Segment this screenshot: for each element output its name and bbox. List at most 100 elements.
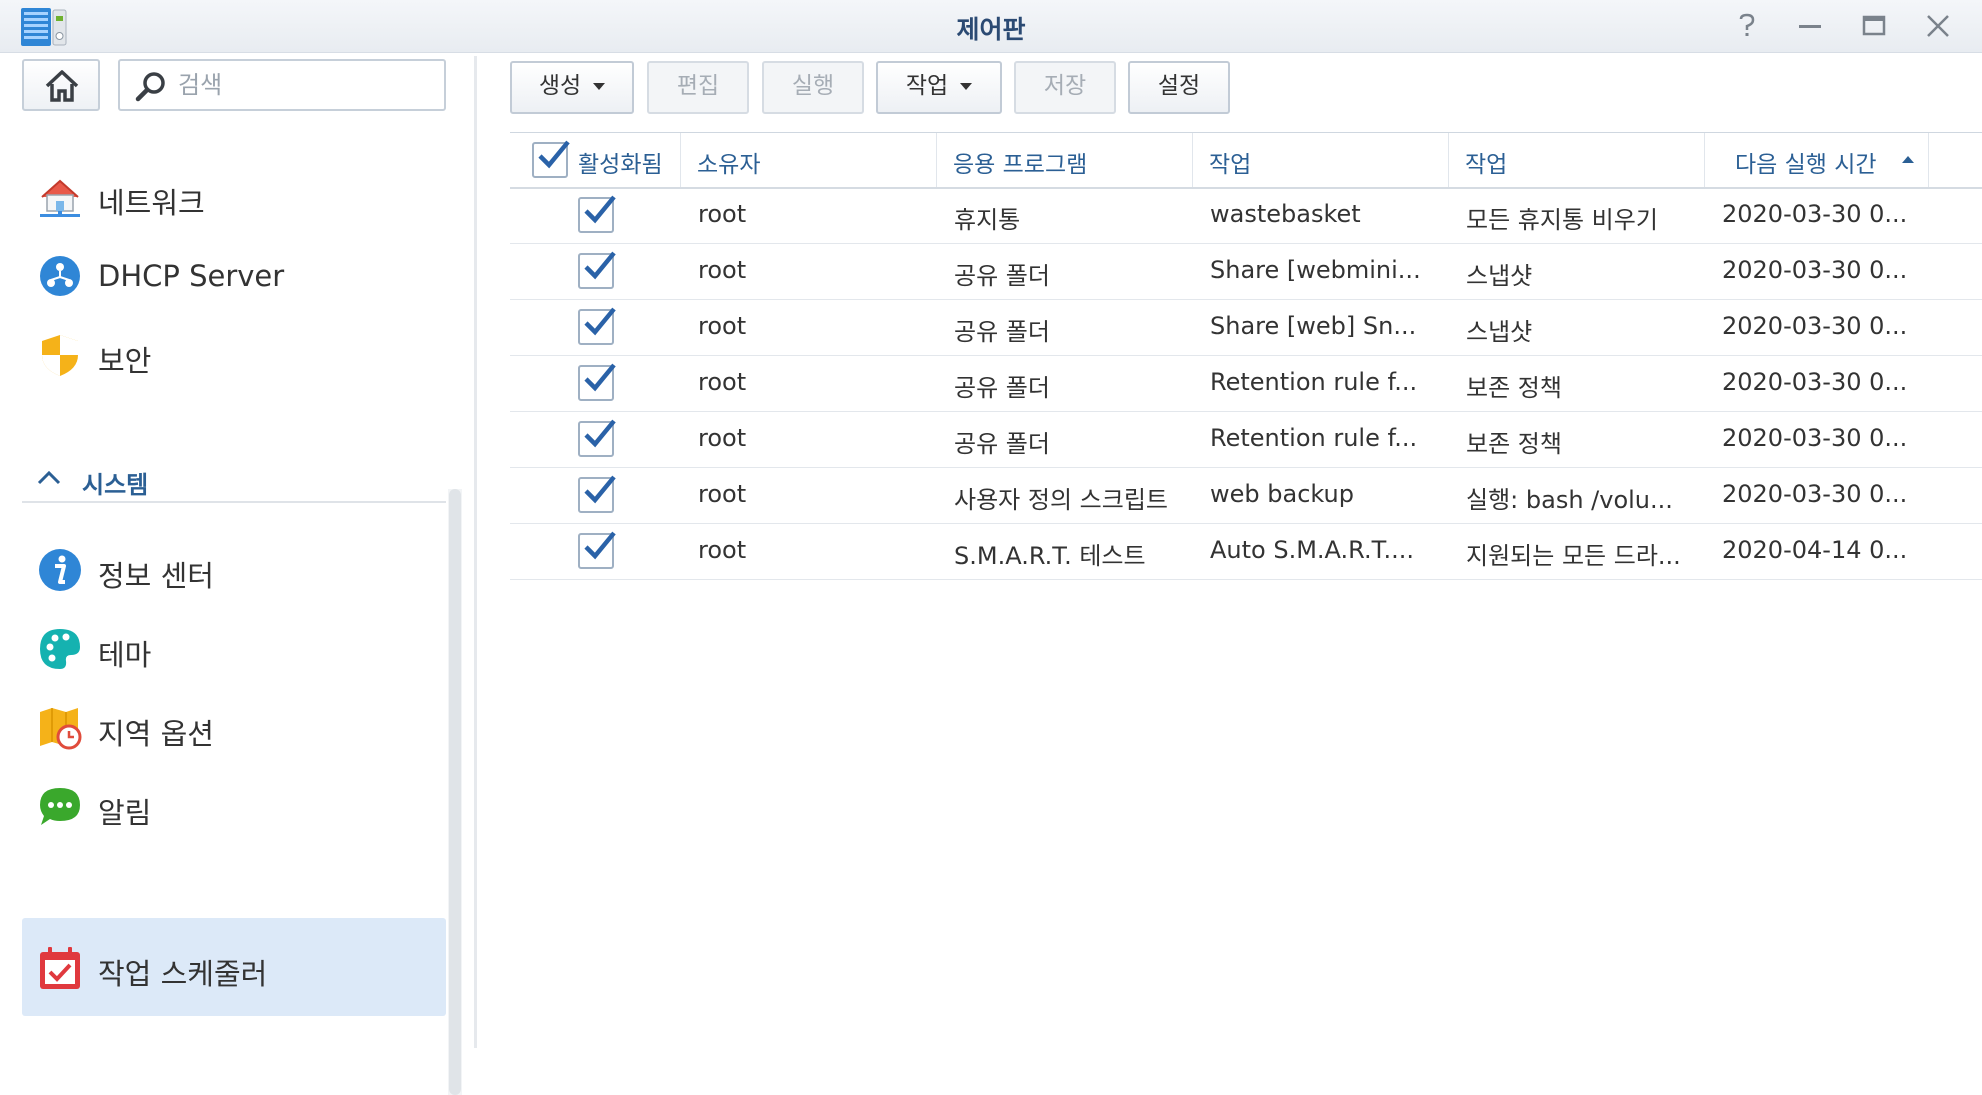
- application-cell: 공유 폴더: [954, 318, 1050, 346]
- action-button[interactable]: 작업: [876, 61, 1002, 114]
- application-cell: 휴지통: [954, 206, 1021, 234]
- checkmark-icon: [584, 363, 616, 392]
- column-header-label: 활성화됨: [578, 152, 663, 178]
- table-row[interactable]: root 사용자 정의 스크립트 web backup 실행: bash /vo…: [510, 468, 1982, 524]
- pane-divider[interactable]: [474, 56, 477, 1048]
- checkmark-icon: [584, 307, 616, 336]
- sidebar-item-notification[interactable]: 알림: [22, 757, 446, 855]
- dropdown-caret-icon: [593, 83, 606, 90]
- sidebar-item-task-scheduler[interactable]: 작업 스케줄러: [22, 918, 446, 1016]
- task-cell: Share [web] Sn...: [1210, 312, 1417, 340]
- enabled-checkbox[interactable]: [578, 195, 616, 233]
- next-run-cell: 2020-03-30 0...: [1722, 368, 1908, 396]
- save-button[interactable]: 저장: [1014, 61, 1116, 114]
- network-icon: [40, 179, 80, 217]
- maximize-button[interactable]: [1857, 10, 1891, 42]
- task-cell: wastebasket: [1210, 200, 1361, 228]
- regional-options-icon: [40, 708, 82, 750]
- table-row[interactable]: root 공유 폴더 Share [webmini... 스냅샷 2020-03…: [510, 244, 1982, 300]
- task-cell: Retention rule f...: [1210, 368, 1418, 396]
- owner-cell: root: [698, 256, 747, 284]
- search-icon: [135, 72, 165, 102]
- sidebar-item-label: 알림: [98, 796, 152, 830]
- owner-cell: root: [698, 368, 747, 396]
- application-cell: 공유 폴더: [954, 262, 1050, 290]
- owner-cell: root: [698, 480, 747, 508]
- sidebar-scrollbar[interactable]: [449, 489, 461, 1095]
- next-run-cell: 2020-04-14 0...: [1722, 536, 1908, 564]
- checkmark-icon: [538, 140, 570, 169]
- save-label: 저장: [1043, 73, 1087, 99]
- action-cell: 보존 정책: [1466, 374, 1562, 402]
- palette-icon: [40, 629, 80, 669]
- column-header-action[interactable]: 작업: [1449, 133, 1705, 187]
- table-row[interactable]: root 휴지통 wastebasket 모든 휴지통 비우기 2020-03-…: [510, 188, 1982, 244]
- application-cell: 공유 폴더: [954, 374, 1050, 402]
- column-header-task[interactable]: 작업: [1193, 133, 1449, 187]
- table-row[interactable]: root 공유 폴더 Retention rule f... 보존 정책 202…: [510, 356, 1982, 412]
- search-input[interactable]: [176, 69, 435, 101]
- column-header-label: 작업: [1209, 152, 1252, 178]
- sidebar-item-label: 지역 옵션: [98, 717, 214, 751]
- edit-button[interactable]: 편집: [647, 61, 749, 114]
- shield-icon: [42, 335, 78, 376]
- next-run-cell: 2020-03-30 0...: [1722, 200, 1908, 228]
- enabled-checkbox[interactable]: [578, 475, 616, 513]
- run-label: 실행: [791, 73, 835, 99]
- next-run-cell: 2020-03-30 0...: [1722, 480, 1908, 508]
- grid-header: 활성화됨 소유자 응용 프로그램 작업 작업 다음 실행 시간: [510, 132, 1982, 189]
- run-button[interactable]: 실행: [762, 61, 864, 114]
- application-cell: 사용자 정의 스크립트: [954, 486, 1168, 514]
- owner-cell: root: [698, 200, 747, 228]
- checkmark-icon: [584, 531, 616, 560]
- column-header-next-run-time[interactable]: 다음 실행 시간: [1705, 133, 1929, 187]
- enabled-checkbox[interactable]: [578, 363, 616, 401]
- dhcp-server-icon: [40, 256, 80, 296]
- action-cell: 지원되는 모든 드라...: [1466, 542, 1681, 570]
- close-button[interactable]: [1921, 10, 1955, 42]
- checkmark-icon: [584, 475, 616, 504]
- table-row[interactable]: root 공유 폴더 Retention rule f... 보존 정책 202…: [510, 412, 1982, 468]
- edit-label: 편집: [676, 73, 720, 99]
- minimize-icon: [1793, 25, 1827, 46]
- enabled-checkbox[interactable]: [578, 251, 616, 289]
- enabled-checkbox[interactable]: [578, 531, 616, 569]
- help-button[interactable]: [1730, 10, 1764, 42]
- title-bar: 제어판: [0, 0, 1982, 53]
- table-row[interactable]: root 공유 폴더 Share [web] Sn... 스냅샷 2020-03…: [510, 300, 1982, 356]
- owner-cell: root: [698, 424, 747, 452]
- sidebar-item-label: 테마: [98, 638, 152, 672]
- column-header-application[interactable]: 응용 프로그램: [937, 133, 1193, 187]
- home-button[interactable]: [22, 59, 100, 111]
- next-run-cell: 2020-03-30 0...: [1722, 424, 1908, 452]
- task-cell: Auto S.M.A.R.T....: [1210, 536, 1414, 564]
- action-cell: 모든 휴지통 비우기: [1466, 206, 1658, 234]
- calendar-check-icon: [40, 947, 80, 989]
- application-cell: S.M.A.R.T. 테스트: [954, 542, 1146, 570]
- create-label: 생성: [538, 73, 582, 99]
- sidebar: 네트워크 DHCP Server 보안 시스템 정보 센: [0, 53, 474, 1095]
- section-label: 시스템: [82, 471, 149, 499]
- action-cell: 실행: bash /volu...: [1466, 486, 1673, 514]
- settings-button[interactable]: 설정: [1128, 61, 1230, 114]
- info-icon: [39, 549, 81, 591]
- column-header-enabled[interactable]: 활성화됨: [510, 133, 681, 187]
- select-all-checkbox[interactable]: [532, 140, 570, 178]
- sidebar-item-label: 작업 스케줄러: [98, 957, 268, 991]
- sidebar-item-label: 네트워크: [98, 186, 205, 220]
- minimize-button[interactable]: [1793, 10, 1827, 42]
- enabled-checkbox[interactable]: [578, 419, 616, 457]
- create-button[interactable]: 생성: [510, 61, 634, 114]
- task-cell: web backup: [1210, 480, 1354, 508]
- sidebar-item-security[interactable]: 보안: [22, 305, 446, 403]
- table-row[interactable]: root S.M.A.R.T. 테스트 Auto S.M.A.R.T.... 지…: [510, 524, 1982, 580]
- column-header-owner[interactable]: 소유자: [681, 133, 937, 187]
- dropdown-caret-icon: [960, 83, 973, 90]
- column-header-label: 작업: [1465, 152, 1508, 178]
- maximize-icon: [1857, 15, 1891, 46]
- home-icon: [45, 70, 79, 102]
- search-box[interactable]: [118, 59, 446, 111]
- enabled-checkbox[interactable]: [578, 307, 616, 345]
- task-cell: Retention rule f...: [1210, 424, 1418, 452]
- section-system-header[interactable]: 시스템: [22, 455, 446, 503]
